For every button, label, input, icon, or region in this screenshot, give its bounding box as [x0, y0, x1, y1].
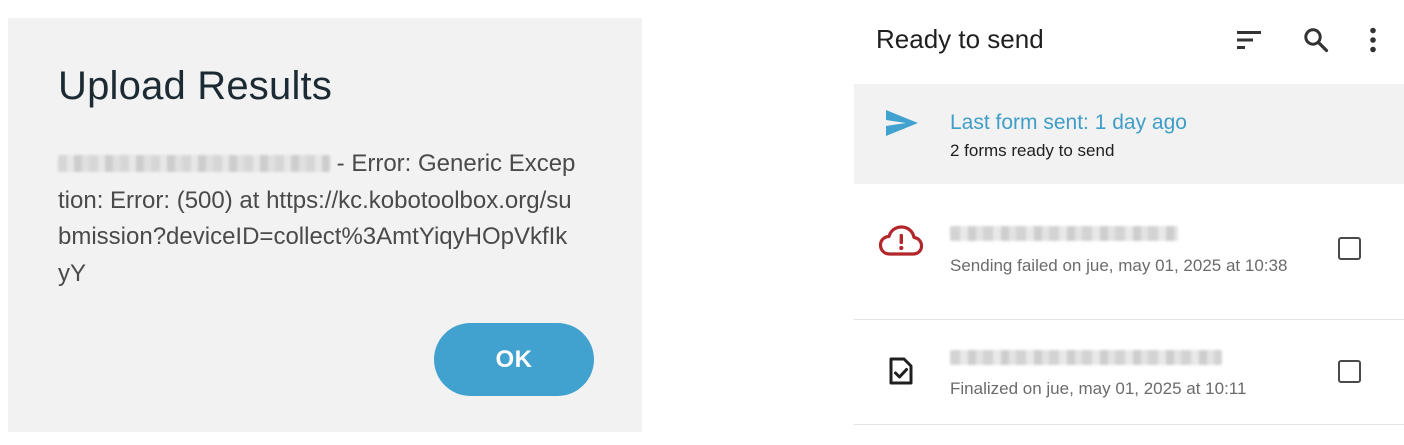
form-row-finalized[interactable]: Finalized on jue, may 01, 2025 at 10:11	[854, 320, 1404, 426]
more-options-button[interactable]	[1353, 20, 1393, 60]
redacted-form-name	[950, 226, 1178, 241]
ready-to-send-panel: Ready to send Last form sent: 1 day ago …	[854, 0, 1404, 445]
form-status: Sending failed on jue, may 01, 2025 at 1…	[950, 256, 1288, 275]
search-icon	[1304, 28, 1329, 53]
send-icon	[886, 110, 918, 136]
finalized-document-icon	[889, 357, 913, 385]
last-sent-text: Last form sent: 1 day ago	[950, 111, 1187, 134]
app-bar: Ready to send	[854, 0, 1404, 80]
send-summary: Last form sent: 1 day ago 2 forms ready …	[854, 84, 1404, 184]
redacted-form-name	[950, 350, 1222, 365]
page-title: Ready to send	[876, 24, 1044, 54]
form-select-checkbox[interactable]	[1338, 360, 1361, 383]
form-row-failed[interactable]: Sending failed on jue, may 01, 2025 at 1…	[854, 190, 1404, 296]
more-vert-icon	[1370, 27, 1376, 53]
redacted-form-name	[58, 155, 330, 172]
row-divider	[854, 424, 1404, 425]
forms-ready-count: 2 forms ready to send	[950, 141, 1115, 160]
upload-results-dialog: Upload Results - Error: Generic Exceptio…	[8, 18, 642, 432]
form-select-checkbox[interactable]	[1338, 237, 1361, 260]
cloud-error-icon	[878, 225, 924, 256]
form-status: Finalized on jue, may 01, 2025 at 10:11	[950, 379, 1247, 398]
ok-button[interactable]: OK	[434, 323, 594, 396]
sort-button[interactable]	[1230, 20, 1270, 60]
dialog-title: Upload Results	[58, 64, 333, 108]
search-button[interactable]	[1296, 20, 1336, 60]
dialog-message: - Error: Generic Exception: Error: (500)…	[58, 146, 578, 292]
sort-icon	[1237, 31, 1261, 49]
